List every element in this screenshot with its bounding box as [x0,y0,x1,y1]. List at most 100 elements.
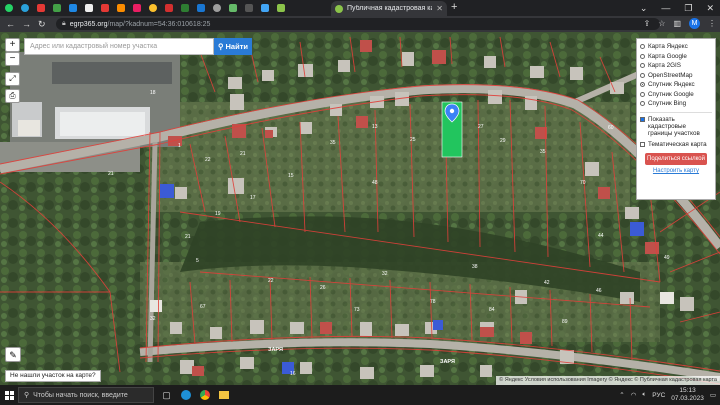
fullscreen-icon[interactable]: ⤢ [5,72,20,86]
svg-text:32: 32 [150,316,156,322]
star-icon[interactable]: ☆ [658,19,665,28]
layer-option[interactable]: Спутник Google [640,90,712,100]
print-icon[interactable]: ⎙ [5,89,20,103]
svg-text:22: 22 [205,157,211,163]
close-tab-icon[interactable]: ✕ [436,4,443,13]
screen: Публичная кадастровая карта ✕ + ⌄ — ❐ ✕ … [0,0,720,405]
layer-option-selected[interactable]: Спутник Яндекс [640,80,712,90]
edge-icon[interactable] [179,389,192,402]
new-tab-button[interactable]: + [451,1,457,13]
chrome-icon[interactable] [198,389,211,402]
not-found-link[interactable]: Не нашли участок на карте? [5,370,101,382]
file-explorer-icon[interactable] [217,389,230,402]
layer-option[interactable]: Спутник Bing [640,99,712,109]
layer-option[interactable]: Карта 2GIS [640,61,712,71]
svg-text:32: 32 [382,271,388,277]
boundaries-option[interactable]: Показать кадастровые границы участков [640,116,712,137]
svg-text:70: 70 [580,180,586,186]
settings-link[interactable]: Настроить карту [640,168,712,174]
chevron-up-icon[interactable]: ⌃ [619,391,624,399]
search-input[interactable]: Адрес или кадастровый номер участка [24,38,214,55]
zoom-out-button[interactable]: − [5,52,20,66]
back-icon[interactable]: ← [6,19,15,29]
forward-icon[interactable]: → [22,19,31,29]
map-canvas[interactable]: 12122 351325 272935 481517 211960 57049 … [0,32,720,385]
svg-text:48: 48 [372,180,378,186]
radio-icon[interactable] [640,101,645,107]
svg-text:29: 29 [500,138,506,144]
share-icon[interactable]: ⇪ [644,19,651,28]
tab-favicon-pink[interactable] [130,1,144,15]
checkbox-icon[interactable] [640,141,645,147]
tab-favicon-green2[interactable] [178,1,192,15]
menu-icon[interactable]: ⋮ [708,19,716,28]
svg-text:78: 78 [430,299,436,305]
search-button[interactable]: ⚲ Найти [214,38,252,55]
svg-text:15: 15 [288,173,294,179]
svg-text:35: 35 [540,149,546,155]
svg-text:18: 18 [150,90,156,96]
draw-icon[interactable]: ✎ [5,347,21,362]
tab-favicon-green3[interactable] [226,1,240,15]
zoom-in-button[interactable]: + [5,38,20,52]
radio-selected-icon[interactable] [640,82,645,88]
svg-text:27: 27 [478,124,484,130]
radio-icon[interactable] [640,91,645,97]
tab-favicon-blue3[interactable] [258,1,272,15]
svg-text:67: 67 [200,304,206,310]
tab-favicon-green4[interactable] [274,1,288,15]
volume-icon[interactable]: 🔈︎ [642,391,646,399]
notifications-icon[interactable]: ▭ [710,391,716,399]
tab-favicon-red3[interactable] [162,1,176,15]
tab-title: Публичная кадастровая карта [347,5,432,12]
wifi-icon[interactable]: ◠ [631,391,637,399]
close-window-icon[interactable]: ✕ [706,3,714,14]
layer-option[interactable]: Карта Google [640,52,712,62]
taskbar-search-placeholder: Чтобы начать поиск, введите [33,391,128,399]
tab-favicon-green[interactable] [50,1,64,15]
tab-favicon-white[interactable] [82,1,96,15]
chevron-down-icon[interactable]: ⌄ [640,3,648,14]
divider [640,111,712,113]
checkbox-checked-icon[interactable] [640,116,645,122]
tab-favicon-red[interactable] [34,1,48,15]
radio-icon[interactable] [640,63,645,69]
address-bar[interactable]: 🔒︎ egrp365.org/map/?kadnum=54:36:010618:… [56,18,660,30]
avatar[interactable]: M [689,18,700,29]
share-link-button[interactable]: Поделиться ссылкой [645,153,707,165]
minimize-icon[interactable]: — [661,3,670,13]
tab-favicon-map[interactable] [146,1,160,15]
maximize-icon[interactable]: ❐ [684,3,692,14]
svg-text:21: 21 [108,171,114,177]
tab-favicon-gray[interactable] [210,1,224,15]
tab-active[interactable]: Публичная кадастровая карта ✕ [331,1,447,16]
layer-option[interactable]: Карта Яндекс [640,42,712,52]
tab-favicon-dark[interactable] [242,1,256,15]
radio-icon[interactable] [640,53,645,59]
start-button[interactable] [0,385,18,405]
tab-favicon-blue[interactable] [66,1,80,15]
radio-icon[interactable] [640,72,645,78]
tab-favicon-blue2[interactable] [194,1,208,15]
tab-favicon-orange[interactable] [114,1,128,15]
taskbar-apps: ▢ [160,389,230,402]
sidebar-icon[interactable]: ▥ [673,19,681,28]
tab-favicon-telegram[interactable] [18,1,32,15]
radio-icon[interactable] [640,44,645,50]
svg-text:13: 13 [372,124,378,130]
language-indicator[interactable]: РУС [652,392,665,399]
reload-icon[interactable]: ↻ [38,19,46,30]
svg-text:16: 16 [290,371,296,377]
layer-label: Спутник Bing [648,100,687,108]
thematic-option[interactable]: Тематическая карта [640,140,712,150]
url-domain: egrp365.org [69,20,108,28]
taskbar-search[interactable]: ⚲ Чтобы начать поиск, введите [18,387,154,403]
task-view-icon[interactable]: ▢ [160,389,173,402]
browser-toolbar: ← → ↻ 🔒︎ egrp365.org/map/?kadnum=54:36:0… [0,16,720,32]
clock[interactable]: 15:13 07.03.2023 [671,387,704,403]
svg-text:42: 42 [544,280,550,286]
svg-text:89: 89 [562,319,568,325]
tab-favicon-red2[interactable] [98,1,112,15]
tab-favicon-whatsapp[interactable] [2,1,16,15]
layer-option[interactable]: OpenStreetMap [640,71,712,81]
